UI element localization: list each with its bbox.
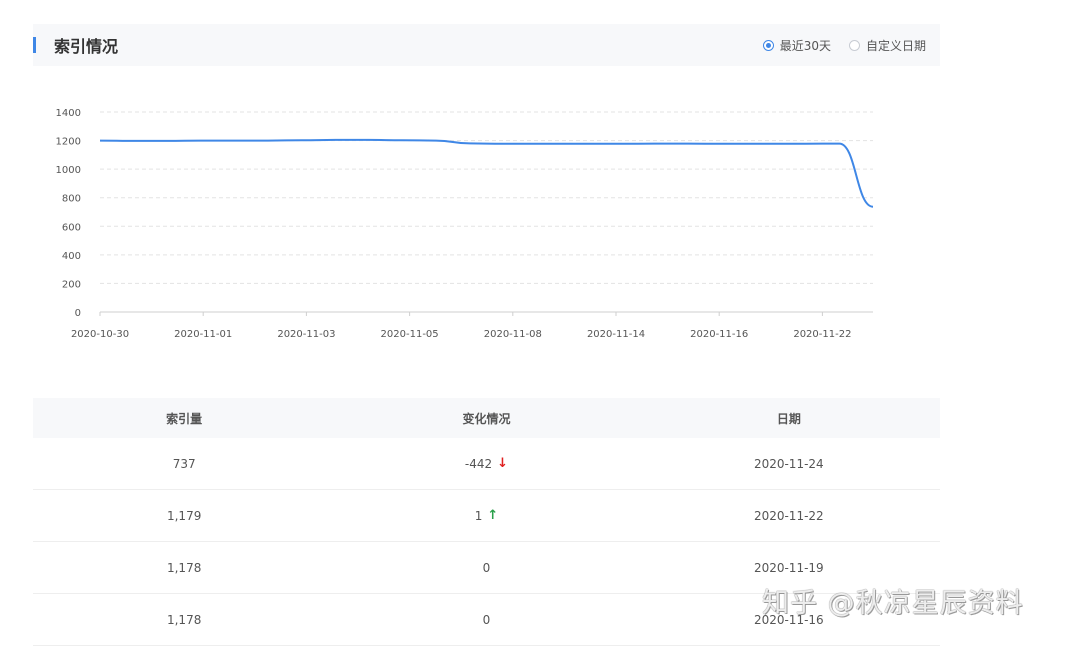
header-date: 日期 [776, 411, 801, 426]
cell-count: 1,178 [166, 560, 202, 575]
y-tick-label: 800 [62, 194, 81, 205]
y-tick-label: 1200 [56, 137, 81, 148]
header-change: 变化情况 [462, 411, 511, 426]
cell-date: 2020-11-22 [753, 508, 824, 523]
radio-checked-icon[interactable] [762, 39, 774, 51]
x-tick-label: 2020-10-30 [71, 329, 129, 340]
arrow-down-icon: ↓ [497, 456, 509, 471]
date-range-radio-group: 最近30天 自定义日期 [745, 37, 926, 53]
y-tick-label: 400 [62, 251, 81, 262]
x-tick-label: 2020-11-14 [587, 329, 645, 340]
y-tick-label: 200 [62, 279, 81, 290]
radio-label: 自定义日期 [865, 38, 926, 53]
table-row: 737 -442 ↓ 2020-11-24 [33, 438, 940, 490]
series-line [99, 138, 874, 208]
header-count: 索引量 [166, 411, 203, 426]
x-tick-label: 2020-11-03 [277, 329, 335, 340]
cell-date: 2020-11-24 [753, 456, 824, 471]
x-tick-label: 2020-11-22 [793, 329, 851, 340]
y-tick-label: 600 [62, 222, 81, 233]
x-tick-label: 2020-11-05 [381, 329, 439, 340]
cell-change: 0 [335, 594, 637, 645]
x-tick-label: 2020-11-16 [690, 329, 748, 340]
change-value: 1 [474, 508, 483, 523]
x-tick-label: 2020-11-01 [174, 329, 232, 340]
section-header: 索引情况 最近30天 自定义日期 [33, 24, 940, 66]
change-value: -442 [464, 456, 493, 471]
cell-change: 1 ↑ [335, 490, 637, 541]
radio-unchecked-icon[interactable] [848, 39, 860, 51]
cell-count: 1,178 [166, 612, 202, 627]
x-tick-label: 2020-11-08 [484, 329, 542, 340]
y-tick-label: 0 [75, 308, 81, 319]
y-tick-label: 1000 [56, 165, 81, 176]
change-value: 0 [482, 612, 491, 627]
cell-change: -442 ↓ [335, 438, 637, 489]
cell-change: 0 [335, 542, 637, 593]
index-line-chart: 0 200 400 600 800 1000 1200 1400 2020-10-30 2020-… [56, 108, 874, 340]
table-row: 1,179 1 ↑ 2020-11-22 [33, 490, 940, 542]
section-title: 索引情况 [54, 37, 119, 56]
change-value: 0 [482, 560, 491, 575]
watermark: 知乎 @秋凉星辰资料 [762, 588, 1024, 619]
radio-label: 最近30天 [779, 38, 831, 53]
y-tick-label: 1400 [56, 108, 81, 119]
header-accent-bar [33, 37, 36, 53]
arrow-up-icon: ↑ [487, 508, 499, 523]
cell-count: 1,179 [166, 508, 202, 523]
cell-count: 737 [172, 456, 196, 471]
table-header: 索引量 变化情况 日期 [33, 398, 940, 438]
radio-custom-date[interactable]: 自定义日期 [848, 37, 926, 54]
radio-last-30-days[interactable]: 最近30天 [762, 37, 831, 54]
